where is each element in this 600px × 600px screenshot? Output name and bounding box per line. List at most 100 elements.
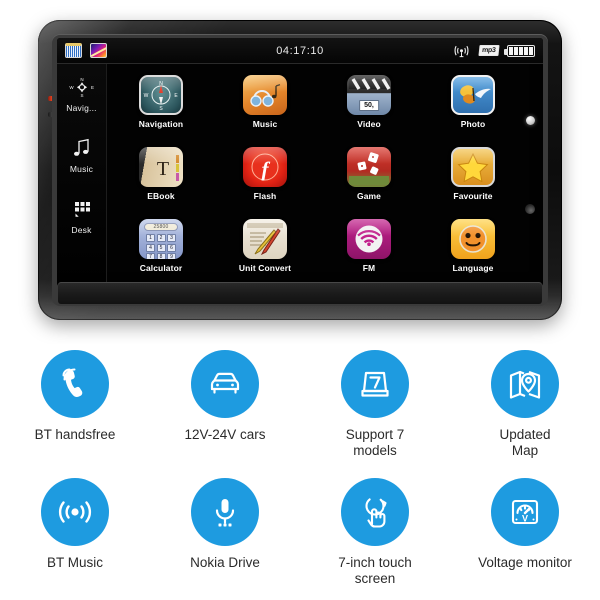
- butterfly-photo-app-icon: [451, 75, 495, 115]
- sidebar-item-navigation[interactable]: N S W E Navig...: [57, 74, 106, 113]
- screen-side-rail: N S W E Navig... Music Desk: [57, 64, 107, 286]
- ir-sensor-icon: [525, 204, 535, 214]
- app-language[interactable]: Language: [451, 219, 495, 273]
- status-clock: 04:17:10: [276, 44, 324, 57]
- clapperboard-app-icon: 50,: [347, 75, 391, 115]
- star-favourite-app-icon: [451, 147, 495, 187]
- app-unit-convert[interactable]: Unit Convert: [239, 219, 291, 273]
- feature-label: BT handsfree: [34, 427, 116, 442]
- feature-support-7-models[interactable]: Support 7 models: [300, 344, 450, 472]
- calc-key: 8: [156, 253, 166, 259]
- app-label: Navigation: [138, 119, 184, 129]
- sidebar-item-music[interactable]: Music: [57, 135, 106, 174]
- app-fm[interactable]: FM: [347, 219, 391, 273]
- app-navigation[interactable]: N S W E Navigation: [139, 75, 183, 129]
- app-label: Favourite: [453, 191, 493, 201]
- calc-key: 4: [146, 243, 155, 252]
- app-label: Flash: [253, 191, 277, 201]
- feature-label: Updated Map: [499, 427, 551, 458]
- sidebar-item-label: Music: [69, 164, 94, 174]
- svg-text:W: W: [144, 93, 149, 99]
- app-label: EBook: [147, 191, 175, 201]
- device-photo-area: 04:17:10 mp3 N S W E Navig... Music Desk…: [0, 0, 600, 340]
- status-bar: 04:17:10 mp3: [57, 38, 543, 64]
- calc-key: 7: [146, 253, 155, 259]
- app-label: Video: [357, 119, 381, 129]
- unit-convert-app-icon: [242, 219, 287, 259]
- calculator-display: 25800: [144, 223, 178, 231]
- sidebar-item-label: Desk: [71, 225, 92, 235]
- headphones-app-icon: [243, 75, 287, 115]
- app-label: Photo: [460, 119, 486, 129]
- compass-icon: N S W E: [69, 74, 95, 100]
- svg-text:S: S: [80, 93, 83, 98]
- map-pin-icon: [491, 350, 559, 418]
- feature-updated-map[interactable]: Updated Map: [450, 344, 600, 472]
- feature-bt-music[interactable]: BT Music: [0, 472, 150, 600]
- fm-radio-app-icon: [347, 219, 391, 259]
- battery-icon: [504, 44, 535, 57]
- calculator-app-icon: 25800 1 2 3 4 5 6 7 8 9: [139, 219, 183, 259]
- app-ebook[interactable]: T EBook: [139, 147, 183, 201]
- app-grid: N S W E Navigation Music 50, Video Photo…: [109, 66, 525, 282]
- device-chin: [58, 282, 542, 304]
- feature-voltage-monitor[interactable]: V Voltage monitor: [450, 472, 600, 600]
- page-root: 04:17:10 mp3 N S W E Navig... Music Desk…: [0, 0, 600, 600]
- svg-text:S: S: [159, 106, 163, 112]
- calc-key: 5: [156, 243, 166, 252]
- app-photo[interactable]: Photo: [451, 75, 495, 129]
- svg-text:N: N: [80, 77, 83, 82]
- phone-handsfree-icon: [41, 350, 109, 418]
- feature-list: BT handsfree 12V-24V cars Support 7 mode…: [0, 344, 600, 600]
- video-badge: 50,: [359, 100, 379, 111]
- smiley-language-app-icon: [451, 219, 495, 259]
- svg-text:V: V: [522, 514, 528, 524]
- calc-key: 3: [167, 234, 176, 242]
- svg-text:T: T: [157, 158, 169, 180]
- car-icon: [191, 350, 259, 418]
- feature-label: 7-inch touch screen: [338, 555, 412, 586]
- gps-navigator-device: 04:17:10 mp3 N S W E Navig... Music Desk…: [38, 20, 562, 320]
- calc-key: 9: [167, 253, 176, 259]
- app-label: Game: [356, 191, 382, 201]
- svg-text:E: E: [174, 93, 178, 99]
- mp3-badge-icon: mp3: [477, 45, 499, 56]
- feature-12v-24v-cars[interactable]: 12V-24V cars: [150, 344, 300, 472]
- app-flash[interactable]: f Flash: [243, 147, 287, 201]
- book-app-icon: T: [139, 147, 183, 187]
- seven-models-icon: [341, 350, 409, 418]
- sidebar-item-desk[interactable]: Desk: [57, 196, 106, 235]
- app-game[interactable]: Game: [347, 147, 391, 201]
- calc-key: 1: [146, 234, 155, 242]
- sidebar-item-label: Navig...: [66, 103, 97, 113]
- calc-key: 6: [167, 243, 176, 252]
- touch-hand-icon: [341, 478, 409, 546]
- svg-text:E: E: [90, 85, 93, 90]
- svg-text:W: W: [69, 85, 74, 90]
- microphone-icon: [191, 478, 259, 546]
- device-screen: 04:17:10 mp3 N S W E Navig... Music Desk…: [57, 38, 543, 286]
- app-label: FM: [362, 263, 376, 273]
- app-label: Calculator: [139, 263, 183, 273]
- calc-key: 2: [156, 234, 166, 242]
- dice-game-app-icon: [347, 147, 391, 187]
- app-video[interactable]: 50, Video: [347, 75, 391, 129]
- app-favourite[interactable]: Favourite: [451, 147, 495, 201]
- feature-label: 12V-24V cars: [184, 427, 266, 442]
- flash-app-icon: f: [243, 147, 287, 187]
- music-note-icon: [71, 135, 93, 161]
- bt-music-waves-icon: [41, 478, 109, 546]
- desk-grid-icon: [71, 196, 93, 222]
- feature-label: BT Music: [46, 555, 103, 570]
- feature-label: Support 7 models: [345, 427, 405, 458]
- feature-nokia-drive[interactable]: Nokia Drive: [150, 472, 300, 600]
- app-music[interactable]: Music: [243, 75, 287, 129]
- feature-label: Nokia Drive: [190, 555, 260, 570]
- feature-bt-handsfree[interactable]: BT handsfree: [0, 344, 150, 472]
- app-label: Unit Convert: [238, 263, 292, 273]
- feature-7-inch-touch-screen[interactable]: 7-inch touch screen: [300, 472, 450, 600]
- app-calculator[interactable]: 25800 1 2 3 4 5 6 7 8 9 Calculator: [139, 219, 183, 273]
- compass-app-icon: N S W E: [138, 75, 183, 115]
- light-sensor-icon: [526, 116, 535, 125]
- calculator-keys: 1 2 3 4 5 6 7 8 9: [146, 234, 176, 259]
